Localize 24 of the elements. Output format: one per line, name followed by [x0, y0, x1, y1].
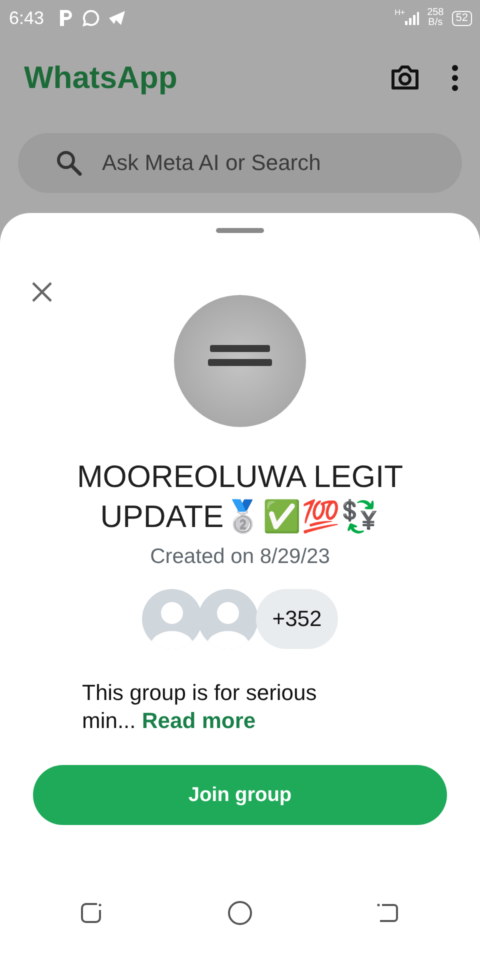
chat-bubble-icon [82, 9, 100, 27]
speed-unit: B/s [428, 18, 443, 28]
home-icon[interactable] [227, 900, 253, 926]
battery-level: 52 [452, 10, 472, 26]
back-icon[interactable] [376, 901, 400, 925]
menu-icon[interactable] [452, 65, 458, 91]
signal-icon [405, 10, 420, 26]
status-time: 6:43 [9, 8, 44, 28]
paper-plane-icon [108, 10, 126, 26]
group-description: This group is for serious min... Read more [82, 679, 318, 735]
join-group-button[interactable]: Join group [33, 765, 447, 825]
member-count: +352 [256, 589, 338, 649]
close-icon[interactable] [31, 281, 53, 303]
read-more-link[interactable]: Read more [142, 708, 256, 733]
drag-handle[interactable] [216, 228, 264, 233]
speed-value: 258 [427, 8, 444, 18]
camera-icon[interactable] [390, 65, 420, 91]
group-name: MOOREOLUWA LEGIT UPDATE🥈✅💯💱 [76, 458, 404, 536]
search-field[interactable]: Ask Meta AI or Search [18, 133, 462, 193]
created-date: Created on 8/29/23 [150, 545, 330, 569]
notification-p-icon [58, 9, 74, 27]
recents-icon[interactable] [80, 901, 104, 925]
app-title: WhatsApp [24, 60, 178, 96]
network-type: H+ [394, 8, 406, 17]
